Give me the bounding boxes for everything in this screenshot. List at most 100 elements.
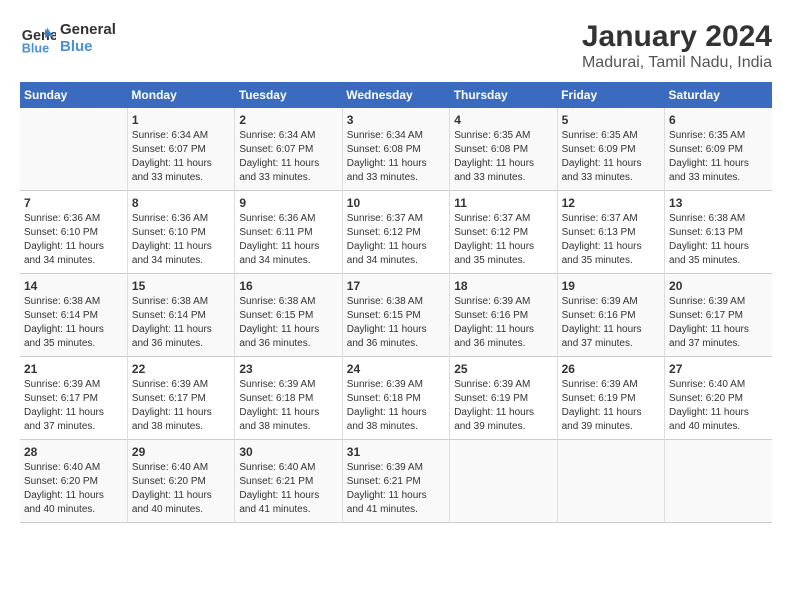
day-number: 27 — [669, 362, 768, 376]
weekday-header-row: SundayMondayTuesdayWednesdayThursdayFrid… — [20, 82, 772, 108]
day-info: Sunrise: 6:39 AMSunset: 6:21 PMDaylight:… — [347, 461, 445, 517]
day-info: Sunrise: 6:40 AMSunset: 6:20 PMDaylight:… — [669, 378, 768, 434]
day-info: Sunrise: 6:36 AMSunset: 6:10 PMDaylight:… — [24, 212, 123, 268]
day-info: Sunrise: 6:35 AMSunset: 6:09 PMDaylight:… — [562, 129, 660, 185]
day-info: Sunrise: 6:34 AMSunset: 6:07 PMDaylight:… — [239, 129, 337, 185]
calendar-cell: 15 Sunrise: 6:38 AMSunset: 6:14 PMDayligh… — [127, 274, 234, 357]
day-info: Sunrise: 6:37 AMSunset: 6:12 PMDaylight:… — [454, 212, 552, 268]
calendar-cell: 11 Sunrise: 6:37 AMSunset: 6:12 PMDayligh… — [450, 191, 557, 274]
day-info: Sunrise: 6:34 AMSunset: 6:07 PMDaylight:… — [132, 129, 230, 185]
day-number: 9 — [239, 196, 337, 210]
svg-text:Blue: Blue — [22, 41, 49, 55]
calendar-cell: 4 Sunrise: 6:35 AMSunset: 6:08 PMDaylight… — [450, 108, 557, 191]
day-number: 2 — [239, 113, 337, 127]
weekday-header-wednesday: Wednesday — [342, 82, 449, 108]
day-info: Sunrise: 6:35 AMSunset: 6:08 PMDaylight:… — [454, 129, 552, 185]
logo: General Blue General Blue — [20, 20, 116, 56]
day-number: 12 — [562, 196, 660, 210]
day-info: Sunrise: 6:39 AMSunset: 6:16 PMDaylight:… — [454, 295, 552, 351]
week-row-2: 7Sunrise: 6:36 AMSunset: 6:10 PMDaylight… — [20, 191, 772, 274]
day-info: Sunrise: 6:39 AMSunset: 6:19 PMDaylight:… — [454, 378, 552, 434]
week-row-5: 28 Sunrise: 6:40 AMSunset: 6:20 PMDayligh… — [20, 440, 772, 523]
day-info: Sunrise: 6:36 AMSunset: 6:11 PMDaylight:… — [239, 212, 337, 268]
day-info: Sunrise: 6:38 AMSunset: 6:14 PMDaylight:… — [132, 295, 230, 351]
calendar-cell — [450, 440, 557, 523]
day-number: 23 — [239, 362, 337, 376]
day-number: 4 — [454, 113, 552, 127]
day-info: Sunrise: 6:39 AMSunset: 6:16 PMDaylight:… — [562, 295, 660, 351]
day-info: Sunrise: 6:38 AMSunset: 6:13 PMDaylight:… — [669, 212, 768, 268]
calendar-cell: 13 Sunrise: 6:38 AMSunset: 6:13 PMDayligh… — [665, 191, 772, 274]
day-number: 17 — [347, 279, 445, 293]
day-info: Sunrise: 6:38 AMSunset: 6:15 PMDaylight:… — [347, 295, 445, 351]
calendar-cell: 5 Sunrise: 6:35 AMSunset: 6:09 PMDaylight… — [557, 108, 664, 191]
calendar-cell: 31 Sunrise: 6:39 AMSunset: 6:21 PMDayligh… — [342, 440, 449, 523]
weekday-header-monday: Monday — [127, 82, 234, 108]
day-number: 24 — [347, 362, 445, 376]
day-info: Sunrise: 6:39 AMSunset: 6:17 PMDaylight:… — [132, 378, 230, 434]
day-info: Sunrise: 6:37 AMSunset: 6:13 PMDaylight:… — [562, 212, 660, 268]
day-number: 8 — [132, 196, 230, 210]
day-info: Sunrise: 6:40 AMSunset: 6:20 PMDaylight:… — [24, 461, 123, 517]
weekday-header-friday: Friday — [557, 82, 664, 108]
day-number: 30 — [239, 445, 337, 459]
calendar-table: SundayMondayTuesdayWednesdayThursdayFrid… — [20, 82, 772, 523]
day-number: 28 — [24, 445, 123, 459]
day-number: 15 — [132, 279, 230, 293]
day-number: 5 — [562, 113, 660, 127]
day-number: 26 — [562, 362, 660, 376]
week-row-3: 14 Sunrise: 6:38 AMSunset: 6:14 PMDayligh… — [20, 274, 772, 357]
day-number: 21 — [24, 362, 123, 376]
day-number: 6 — [669, 113, 768, 127]
calendar-cell: 21Sunrise: 6:39 AMSunset: 6:17 PMDayligh… — [20, 357, 127, 440]
day-info: Sunrise: 6:39 AMSunset: 6:19 PMDaylight:… — [562, 378, 660, 434]
calendar-cell: 29Sunrise: 6:40 AMSunset: 6:20 PMDayligh… — [127, 440, 234, 523]
weekday-header-saturday: Saturday — [665, 82, 772, 108]
calendar-cell: 17 Sunrise: 6:38 AMSunset: 6:15 PMDayligh… — [342, 274, 449, 357]
logo-line1: General — [60, 21, 116, 38]
calendar-cell: 6 Sunrise: 6:35 AMSunset: 6:09 PMDaylight… — [665, 108, 772, 191]
calendar-cell: 27 Sunrise: 6:40 AMSunset: 6:20 PMDayligh… — [665, 357, 772, 440]
day-number: 1 — [132, 113, 230, 127]
calendar-cell: 28 Sunrise: 6:40 AMSunset: 6:20 PMDayligh… — [20, 440, 127, 523]
day-number: 22 — [132, 362, 230, 376]
page-header: General Blue General Blue January 2024 M… — [20, 20, 772, 72]
day-info: Sunrise: 6:36 AMSunset: 6:10 PMDaylight:… — [132, 212, 230, 268]
day-number: 14 — [24, 279, 123, 293]
day-number: 18 — [454, 279, 552, 293]
calendar-cell: 23 Sunrise: 6:39 AMSunset: 6:18 PMDayligh… — [235, 357, 342, 440]
week-row-1: 1 Sunrise: 6:34 AMSunset: 6:07 PMDaylight… — [20, 108, 772, 191]
calendar-cell: 2 Sunrise: 6:34 AMSunset: 6:07 PMDaylight… — [235, 108, 342, 191]
day-info: Sunrise: 6:39 AMSunset: 6:18 PMDaylight:… — [239, 378, 337, 434]
calendar-cell — [557, 440, 664, 523]
logo-line2: Blue — [60, 38, 116, 55]
day-number: 13 — [669, 196, 768, 210]
day-number: 10 — [347, 196, 445, 210]
day-info: Sunrise: 6:40 AMSunset: 6:21 PMDaylight:… — [239, 461, 337, 517]
calendar-title: January 2024 — [582, 20, 772, 54]
calendar-cell: 14Sunrise: 6:38 AMSunset: 6:14 PMDayligh… — [20, 274, 127, 357]
day-number: 11 — [454, 196, 552, 210]
calendar-cell: 25 Sunrise: 6:39 AMSunset: 6:19 PMDayligh… — [450, 357, 557, 440]
calendar-cell: 18 Sunrise: 6:39 AMSunset: 6:16 PMDayligh… — [450, 274, 557, 357]
calendar-cell: 16 Sunrise: 6:38 AMSunset: 6:15 PMDayligh… — [235, 274, 342, 357]
day-number: 16 — [239, 279, 337, 293]
calendar-cell: 3Sunrise: 6:34 AMSunset: 6:08 PMDaylight… — [342, 108, 449, 191]
day-number: 19 — [562, 279, 660, 293]
calendar-cell — [665, 440, 772, 523]
calendar-cell: 7Sunrise: 6:36 AMSunset: 6:10 PMDaylight… — [20, 191, 127, 274]
calendar-cell: 20 Sunrise: 6:39 AMSunset: 6:17 PMDayligh… — [665, 274, 772, 357]
day-info: Sunrise: 6:39 AMSunset: 6:17 PMDaylight:… — [669, 295, 768, 351]
day-info: Sunrise: 6:37 AMSunset: 6:12 PMDaylight:… — [347, 212, 445, 268]
weekday-header-thursday: Thursday — [450, 82, 557, 108]
day-number: 25 — [454, 362, 552, 376]
calendar-cell: 8 Sunrise: 6:36 AMSunset: 6:10 PMDaylight… — [127, 191, 234, 274]
week-row-4: 21 Sunrise: 6:39 AMSunset: 6:17 PMDayligh… — [20, 357, 772, 440]
calendar-cell: 9 Sunrise: 6:36 AMSunset: 6:11 PMDaylight… — [235, 191, 342, 274]
day-info: Sunrise: 6:39 AMSunset: 6:18 PMDaylight:… — [347, 378, 445, 434]
day-info: Sunrise: 6:38 AMSunset: 6:15 PMDaylight:… — [239, 295, 337, 351]
day-info: Sunrise: 6:35 AMSunset: 6:09 PMDaylight:… — [669, 129, 768, 185]
day-number: 31 — [347, 445, 445, 459]
weekday-header-tuesday: Tuesday — [235, 82, 342, 108]
day-number: 20 — [669, 279, 768, 293]
